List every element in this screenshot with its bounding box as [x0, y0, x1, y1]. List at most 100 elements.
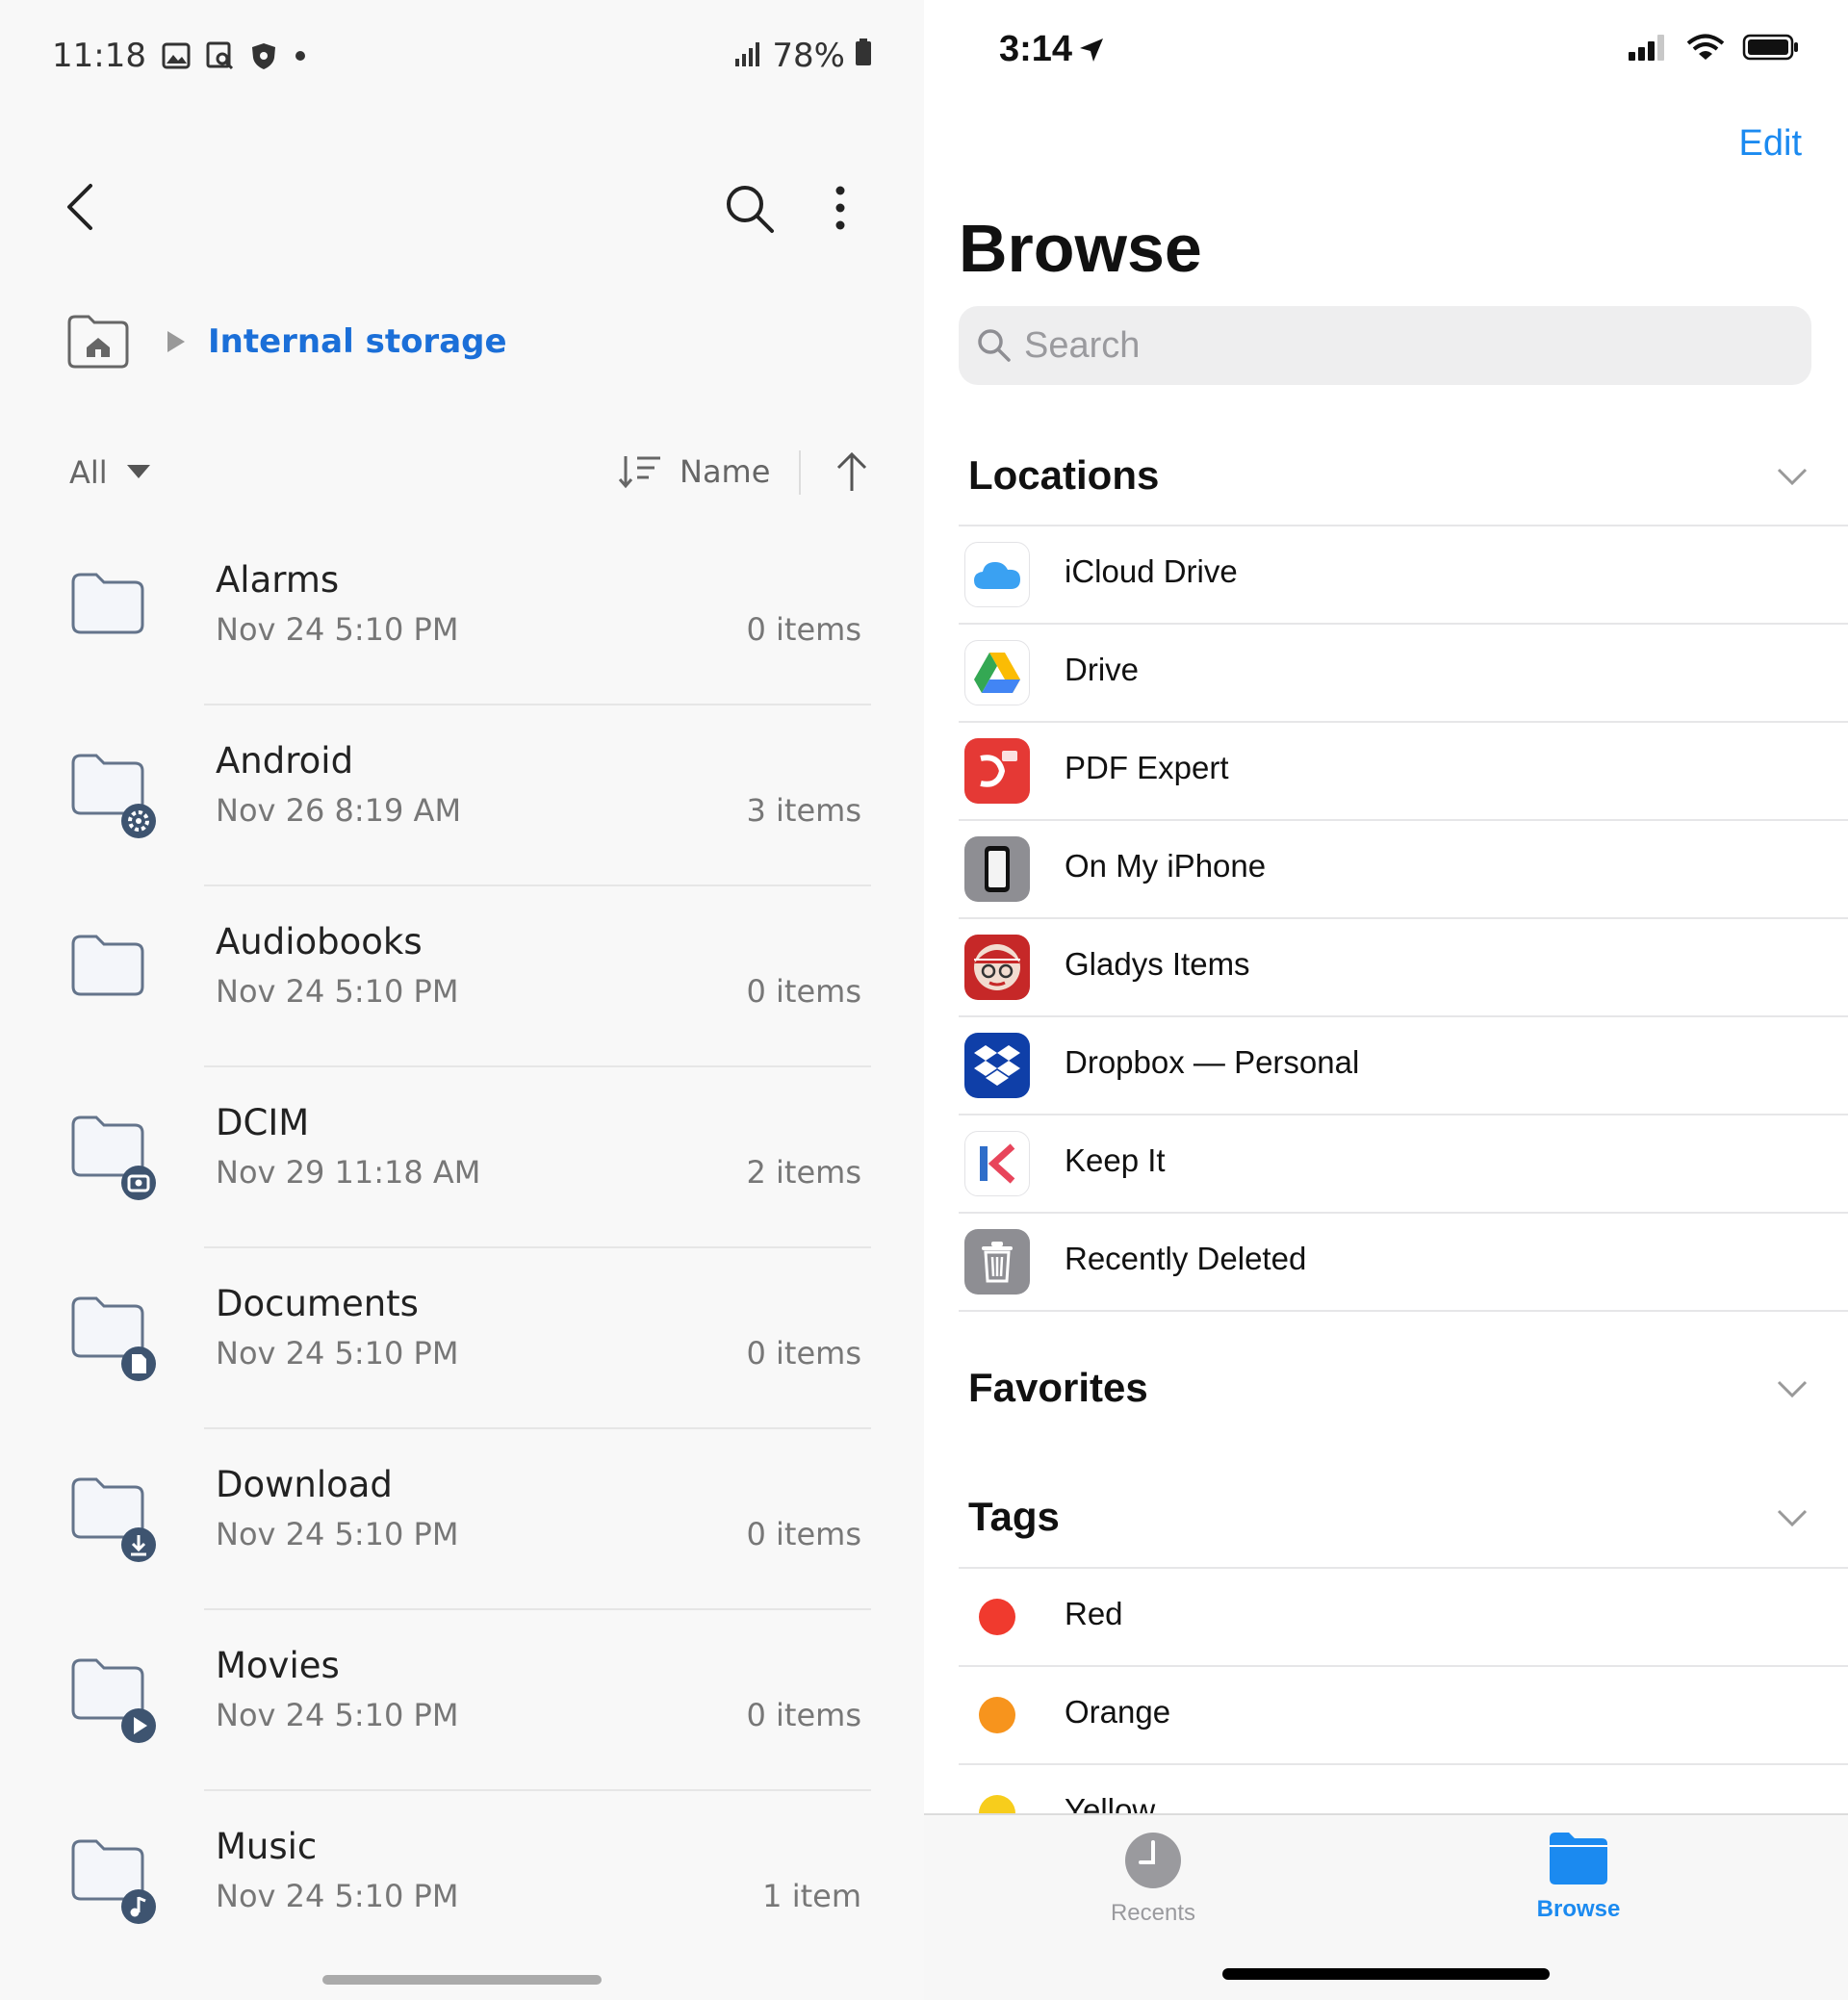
filter-dropdown[interactable]: All	[69, 454, 150, 491]
tag-label: Red	[1065, 1596, 1123, 1631]
folder-row-movies[interactable]: Movies Nov 24 5:10 PM 0 items	[0, 1610, 924, 1791]
location-label: Keep It	[1065, 1142, 1166, 1178]
more-options-button[interactable]	[826, 181, 855, 235]
tag-color-dot-icon	[964, 1584, 1030, 1650]
tag-yellow[interactable]: Yellow	[959, 1763, 1848, 1817]
status-bar: 11:18 78%	[52, 35, 872, 77]
folder-item-count: 0 items	[746, 1335, 862, 1372]
search-placeholder: Search	[1024, 324, 1141, 366]
folder-row-android[interactable]: Android Nov 26 8:19 AM 3 items	[0, 705, 924, 886]
location-iphone[interactable]: On My iPhone	[959, 819, 1848, 917]
tab-recents[interactable]: Recents	[1076, 1831, 1230, 1927]
tab-browse[interactable]: Browse	[1502, 1831, 1656, 1923]
location-label: Dropbox — Personal	[1065, 1044, 1360, 1080]
location-pdf-expert[interactable]: PDF Expert	[959, 721, 1848, 819]
row-divider	[959, 1567, 1848, 1569]
folder-list: Alarms Nov 24 5:10 PM 0 items Android Nov 26…	[0, 525, 924, 1972]
folder-row-documents[interactable]: Documents Nov 24 5:10 PM 0 items	[0, 1248, 924, 1429]
back-button[interactable]	[58, 178, 106, 236]
row-divider	[959, 1310, 1848, 1312]
row-divider	[959, 1114, 1848, 1115]
folder-row-music[interactable]: Music Nov 24 5:10 PM 1 item	[0, 1791, 924, 1972]
tab-label: Browse	[1536, 1896, 1621, 1922]
location-keep-it[interactable]: Keep It	[959, 1114, 1848, 1212]
folder-item-count: 0 items	[746, 1516, 862, 1552]
tag-orange[interactable]: Orange	[959, 1665, 1848, 1763]
folder-play-icon	[69, 1656, 162, 1743]
icloud-icon	[964, 542, 1030, 607]
folder-row-download[interactable]: Download Nov 24 5:10 PM 0 items	[0, 1429, 924, 1610]
section-header-tags[interactable]: Tags	[968, 1494, 1810, 1551]
clock-icon	[1125, 1833, 1181, 1888]
location-label: On My iPhone	[1065, 848, 1267, 884]
folder-settings-icon	[69, 752, 162, 838]
pdf-expert-icon	[964, 738, 1030, 804]
location-google-drive[interactable]: Drive	[959, 623, 1848, 721]
folder-item-count: 1 item	[762, 1878, 861, 1914]
ios-files-app: 3:14 Edit Browse Search Locations iCloud…	[924, 0, 1848, 2000]
home-folder-button[interactable]	[65, 313, 131, 371]
location-trash[interactable]: Recently Deleted	[959, 1212, 1848, 1310]
shield-icon	[250, 41, 277, 70]
search-field[interactable]: Search	[959, 306, 1811, 385]
row-divider	[959, 1015, 1848, 1017]
battery-percent: 78%	[772, 37, 845, 75]
chevron-down-icon	[1777, 1509, 1808, 1527]
home-indicator[interactable]	[1222, 1968, 1550, 1980]
section-header-locations[interactable]: Locations	[968, 452, 1810, 510]
section-header-favorites[interactable]: Favorites	[968, 1365, 1810, 1423]
screenshot-root: 11:18 78% Internal storage All Name Alar…	[0, 0, 1848, 2000]
breadcrumb-internal-storage[interactable]: Internal storage	[208, 322, 507, 361]
wifi-icon	[1686, 34, 1725, 60]
tag-label: Orange	[1065, 1694, 1171, 1730]
location-dropbox[interactable]: Dropbox — Personal	[959, 1015, 1848, 1114]
chevron-down-icon	[1777, 468, 1808, 486]
folder-date: Nov 24 5:10 PM	[216, 1878, 459, 1914]
folder-music-icon	[69, 1837, 162, 1924]
location-gladys[interactable]: Gladys Items	[959, 917, 1848, 1015]
toolbar	[58, 173, 866, 241]
folder-row-alarms[interactable]: Alarms Nov 24 5:10 PM 0 items	[0, 525, 924, 705]
folder-row-audiobooks[interactable]: Audiobooks Nov 24 5:10 PM 0 items	[0, 886, 924, 1067]
row-divider	[959, 1763, 1848, 1765]
sort-direction-button[interactable]	[833, 450, 871, 502]
folder-date: Nov 29 11:18 AM	[216, 1154, 481, 1191]
row-divider	[959, 623, 1848, 625]
location-icloud[interactable]: iCloud Drive	[959, 525, 1848, 623]
folder-icon	[1550, 1833, 1607, 1885]
chevron-left-icon	[67, 184, 92, 230]
status-bar: 3:14	[999, 29, 1800, 77]
folder-row-dcim[interactable]: DCIM Nov 29 11:18 AM 2 items	[0, 1067, 924, 1248]
location-label: Gladys Items	[1065, 946, 1250, 982]
cellular-signal-icon	[1629, 35, 1664, 61]
signal-icon	[733, 37, 762, 75]
folder-date: Nov 24 5:10 PM	[216, 1516, 459, 1552]
search-icon	[727, 186, 774, 233]
folder-item-count: 0 items	[746, 973, 862, 1010]
tag-red[interactable]: Red	[959, 1567, 1848, 1665]
row-divider	[959, 917, 1848, 919]
navigation-handle[interactable]	[322, 1975, 602, 1985]
edit-button[interactable]: Edit	[1739, 123, 1802, 165]
folder-icon	[69, 933, 162, 1019]
row-divider	[959, 1310, 1848, 1312]
folder-item-count: 0 items	[746, 611, 862, 648]
folder-document-icon	[69, 1295, 162, 1381]
section-title: Tags	[968, 1494, 1060, 1539]
location-label: Recently Deleted	[1065, 1241, 1307, 1276]
row-divider	[959, 819, 1848, 821]
folder-date: Nov 26 8:19 AM	[216, 792, 462, 829]
folder-name: Documents	[216, 1283, 419, 1324]
battery-icon	[855, 37, 872, 75]
search-icon	[978, 329, 1011, 362]
search-button[interactable]	[722, 181, 776, 235]
screenshot-icon	[206, 41, 235, 70]
sort-button[interactable]: Name	[618, 452, 770, 491]
row-divider	[959, 721, 1848, 723]
section-title: Locations	[968, 452, 1160, 498]
filter-label: All	[69, 454, 108, 491]
folder-name: Android	[216, 740, 354, 782]
divider	[799, 450, 801, 495]
folder-camera-icon	[69, 1114, 162, 1200]
android-file-manager: 11:18 78% Internal storage All Name Alar…	[0, 0, 924, 2000]
